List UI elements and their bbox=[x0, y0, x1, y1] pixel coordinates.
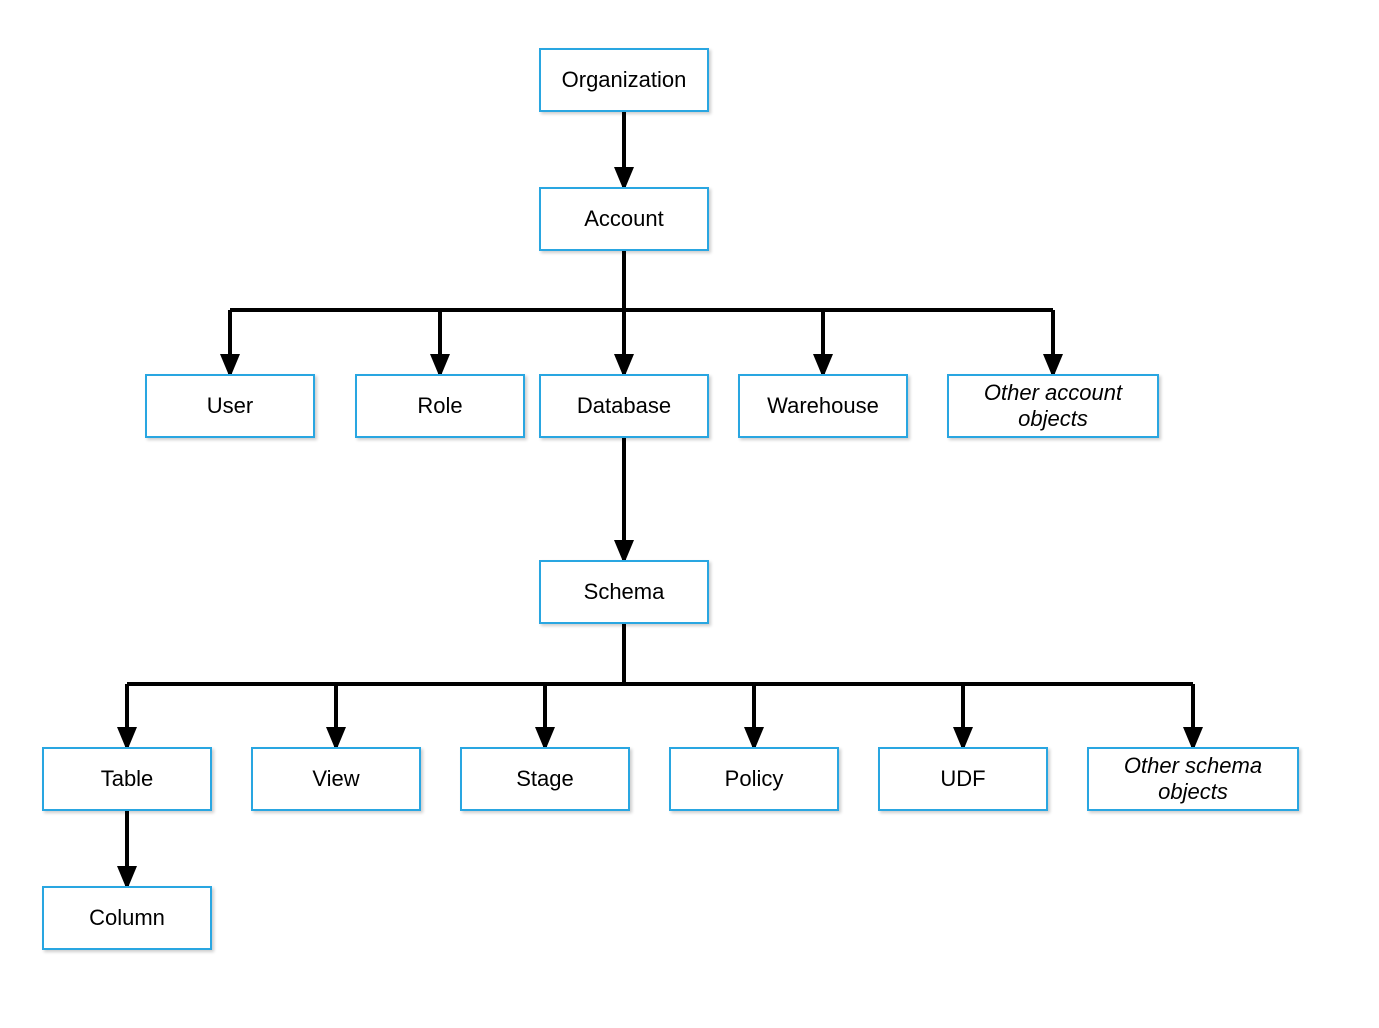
node-database: Database bbox=[539, 374, 709, 438]
node-table: Table bbox=[42, 747, 212, 811]
node-other-account: Other account objects bbox=[947, 374, 1159, 438]
node-role: Role bbox=[355, 374, 525, 438]
node-warehouse: Warehouse bbox=[738, 374, 908, 438]
node-user: User bbox=[145, 374, 315, 438]
node-udf: UDF bbox=[878, 747, 1048, 811]
node-other-schema: Other schema objects bbox=[1087, 747, 1299, 811]
node-account: Account bbox=[539, 187, 709, 251]
node-organization: Organization bbox=[539, 48, 709, 112]
node-stage: Stage bbox=[460, 747, 630, 811]
connectors-layer bbox=[0, 0, 1379, 1028]
hierarchy-diagram: Organization Account User RoleDatabase Wareh… bbox=[0, 0, 1379, 1028]
node-policy: Policy bbox=[669, 747, 839, 811]
node-column: Column bbox=[42, 886, 212, 950]
node-view: View bbox=[251, 747, 421, 811]
node-schema: Schema bbox=[539, 560, 709, 624]
